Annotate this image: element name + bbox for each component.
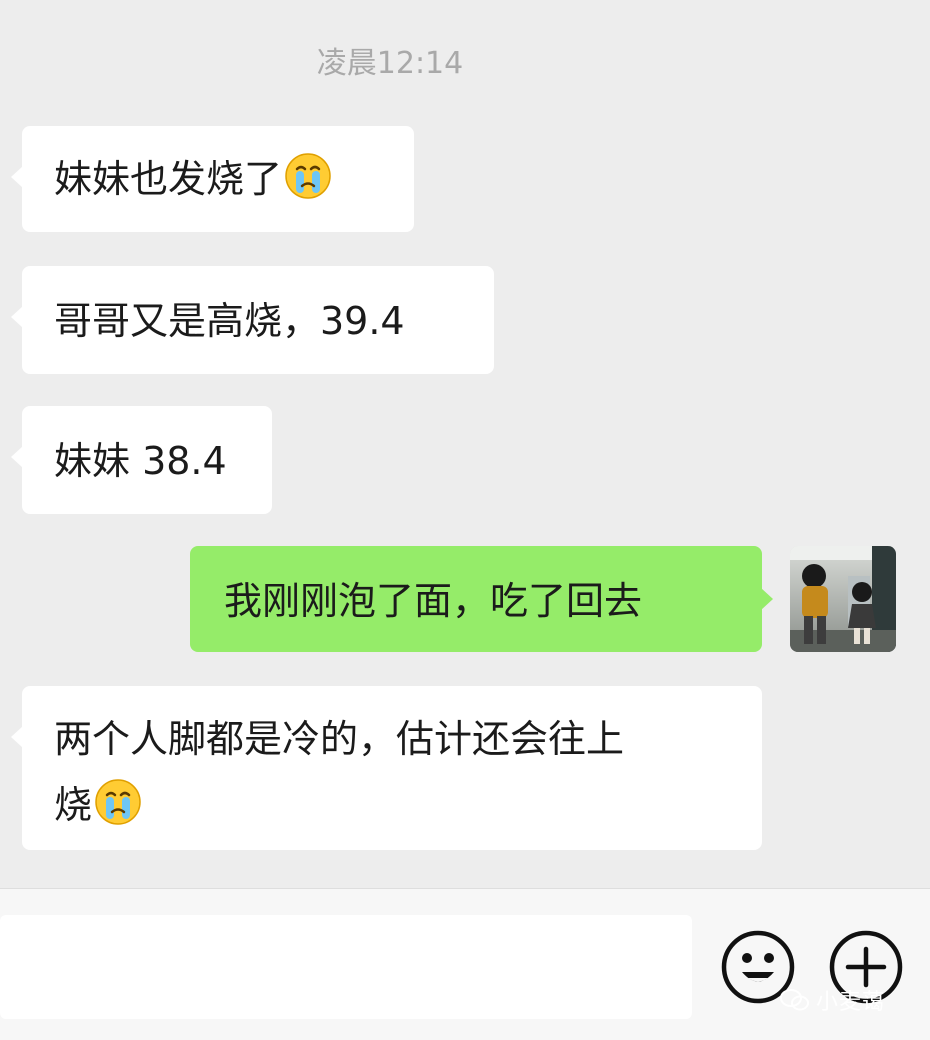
- crying-face-emoji-icon: [284, 152, 332, 200]
- message-bubble-outgoing[interactable]: 我刚刚泡了面，吃了回去: [190, 546, 773, 652]
- message-bubble-incoming[interactable]: 哥哥又是高烧，39.4: [11, 266, 494, 374]
- watermark-text: 小麦蔼: [816, 990, 886, 1015]
- message-timestamp: 凌晨12:14: [316, 46, 464, 81]
- message-text: 妹妹也发烧了: [54, 157, 283, 201]
- message-input[interactable]: [0, 915, 692, 1019]
- wechat-icon: [780, 988, 810, 1012]
- message-text-line: 烧: [54, 772, 762, 838]
- message-bubble-incoming[interactable]: 妹妹也发烧了: [11, 126, 414, 232]
- message-text: 烧: [54, 783, 93, 827]
- chat-area: 凌晨12:14 妹妹也发烧了 哥哥又是高烧，39.4 妹妹 38.4 我刚刚泡了…: [0, 0, 930, 888]
- message-text: 哥哥又是高烧，39.4: [54, 299, 405, 343]
- message-text: 我刚刚泡了面，吃了回去: [224, 579, 643, 623]
- user-avatar[interactable]: [790, 546, 896, 652]
- message-bubble-incoming[interactable]: 两个人脚都是冷的，估计还会往上 烧: [11, 686, 762, 850]
- crying-face-emoji-icon: [94, 778, 142, 826]
- message-bubble-incoming[interactable]: 妹妹 38.4: [11, 406, 272, 514]
- watermark: 小麦蔼: [780, 984, 886, 1015]
- message-text: 妹妹 38.4: [54, 439, 227, 483]
- message-text-line: 两个人脚都是冷的，估计还会往上: [54, 717, 625, 761]
- input-bar: [0, 888, 930, 1040]
